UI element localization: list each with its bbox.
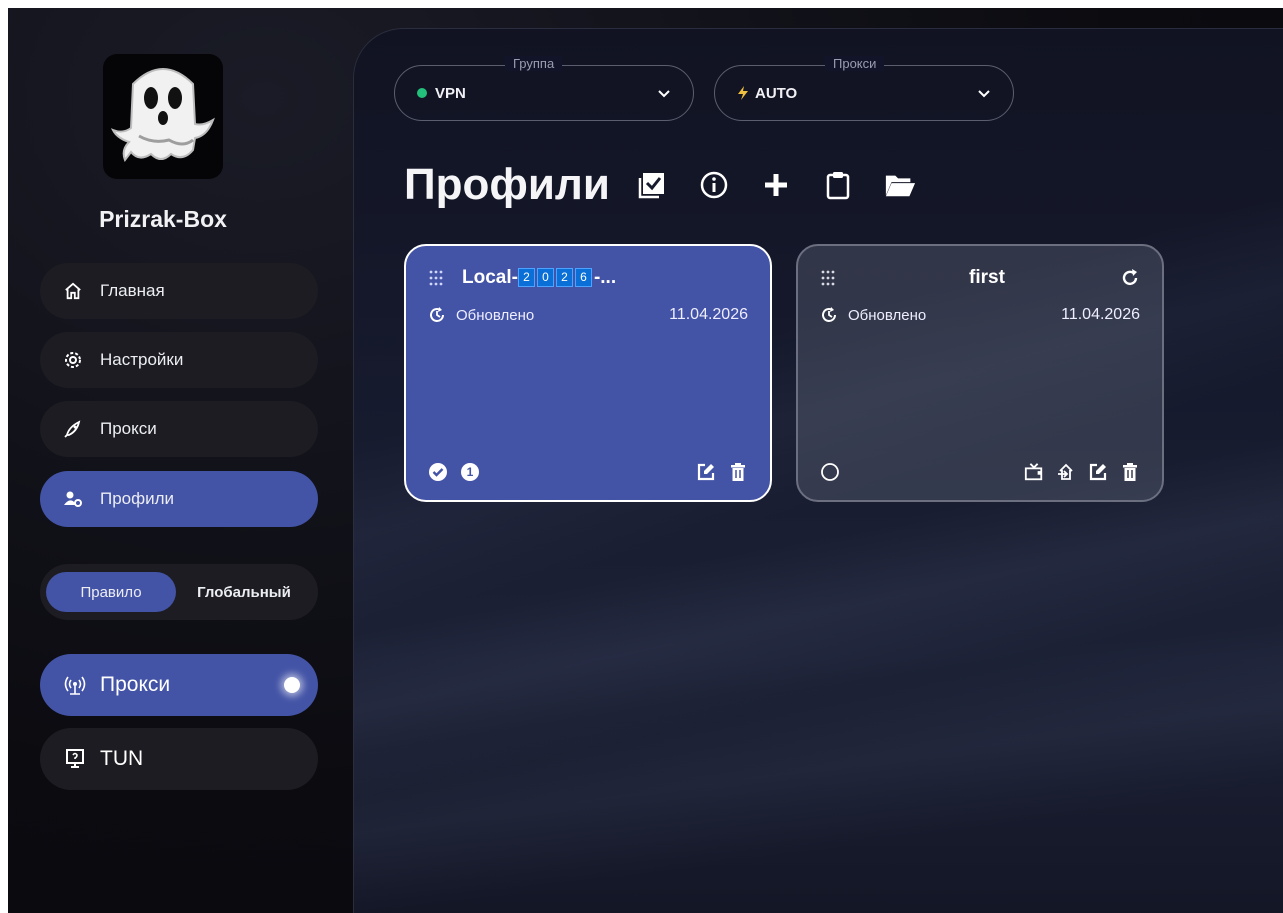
sidebar-item-label: Прокси: [100, 419, 157, 438]
proxy-toggle-label: Прокси: [100, 673, 171, 696]
trash-icon[interactable]: [728, 462, 748, 482]
profile-card-first[interactable]: first Обновлено 11.04.2026: [796, 244, 1164, 502]
status-dot: [417, 88, 427, 98]
add-icon[interactable]: [760, 169, 792, 201]
check-circle-icon[interactable]: [428, 462, 448, 482]
app-window: Prizrak-Box Главная Настройки Прокси Про…: [8, 8, 1283, 913]
clipboard-icon[interactable]: [822, 169, 854, 201]
mode-switch: Правило Глобальный: [40, 564, 318, 620]
proxy-select-label: Прокси: [825, 56, 885, 71]
proxy-select-value: AUTO: [755, 84, 798, 102]
home-icon: [62, 280, 84, 302]
page-title: Профили: [404, 160, 610, 209]
monitor-question-icon: [64, 748, 86, 770]
refresh-icon[interactable]: [1120, 268, 1140, 288]
tun-toggle[interactable]: TUN: [40, 728, 318, 790]
trash-icon[interactable]: [1120, 462, 1140, 482]
updated-label: Обновлено: [848, 306, 927, 324]
title-chip: 2: [517, 268, 535, 288]
app-name: Prizrak-Box: [99, 206, 227, 232]
count-badge-value: 1: [466, 465, 474, 479]
page-header: Профили: [404, 155, 946, 215]
group-select-label: Группа: [505, 56, 563, 71]
title-chip: 6: [574, 268, 592, 288]
chevron-down-icon: [977, 86, 991, 100]
toggle-indicator: [284, 677, 300, 693]
ghost-icon: [110, 68, 215, 163]
info-icon[interactable]: [698, 169, 730, 201]
tun-toggle-label: TUN: [100, 747, 144, 770]
title-chip: 0: [536, 268, 554, 288]
import-icon[interactable]: [1056, 462, 1076, 482]
sidebar-item-profiles[interactable]: Профили: [40, 471, 318, 527]
proxy-toggle[interactable]: Прокси: [40, 654, 318, 716]
sidebar-item-label: Профили: [100, 489, 175, 508]
folder-open-icon[interactable]: [884, 169, 916, 201]
main-panel: Группа VPN Прокси AUTO Профили Local- 2 …: [353, 28, 1283, 913]
lightning-icon: [737, 86, 749, 100]
rocket-icon: [62, 418, 84, 440]
proxy-select[interactable]: Прокси AUTO: [714, 56, 1014, 121]
unselected-radio-icon[interactable]: [820, 462, 840, 482]
chevron-down-icon: [657, 86, 671, 100]
sidebar: Prizrak-Box Главная Настройки Прокси Про…: [8, 8, 348, 913]
users-gear-icon: [62, 488, 84, 510]
profile-card-local[interactable]: Local- 2 0 2 6 -... Обновлено 11.04.2026 1: [404, 244, 772, 502]
profile-title: first: [969, 267, 1005, 288]
profile-title-prefix: Local-: [462, 267, 518, 288]
group-select-value: VPN: [435, 84, 466, 102]
count-badge: 1: [460, 462, 480, 482]
drag-handle-icon[interactable]: [428, 269, 446, 287]
sidebar-item-home[interactable]: Главная: [40, 263, 318, 319]
title-chip: 2: [555, 268, 573, 288]
edit-icon[interactable]: [696, 462, 716, 482]
mode-rule-option[interactable]: Правило: [46, 572, 176, 612]
gear-icon: [62, 349, 84, 371]
refresh-clock-icon: [428, 306, 446, 324]
sidebar-item-label: Главная: [100, 281, 165, 300]
updated-date: 11.04.2026: [669, 306, 748, 323]
refresh-clock-icon: [820, 306, 838, 324]
sidebar-item-proxies[interactable]: Прокси: [40, 401, 318, 457]
broadcast-icon: [64, 674, 86, 696]
drag-handle-icon[interactable]: [820, 269, 838, 287]
updated-date: 11.04.2026: [1061, 306, 1140, 323]
edit-icon[interactable]: [1088, 462, 1108, 482]
sidebar-item-settings[interactable]: Настройки: [40, 332, 318, 388]
profile-title: Local- 2 0 2 6 -...: [462, 267, 616, 289]
sidebar-item-label: Настройки: [100, 350, 184, 369]
profile-title-suffix: -...: [593, 267, 617, 288]
app-logo: [103, 54, 223, 179]
group-select[interactable]: Группа VPN: [394, 56, 694, 121]
tv-icon[interactable]: [1024, 462, 1044, 482]
updated-label: Обновлено: [456, 306, 535, 324]
mode-global-option[interactable]: Глобальный: [176, 572, 312, 612]
select-all-icon[interactable]: [636, 169, 668, 201]
